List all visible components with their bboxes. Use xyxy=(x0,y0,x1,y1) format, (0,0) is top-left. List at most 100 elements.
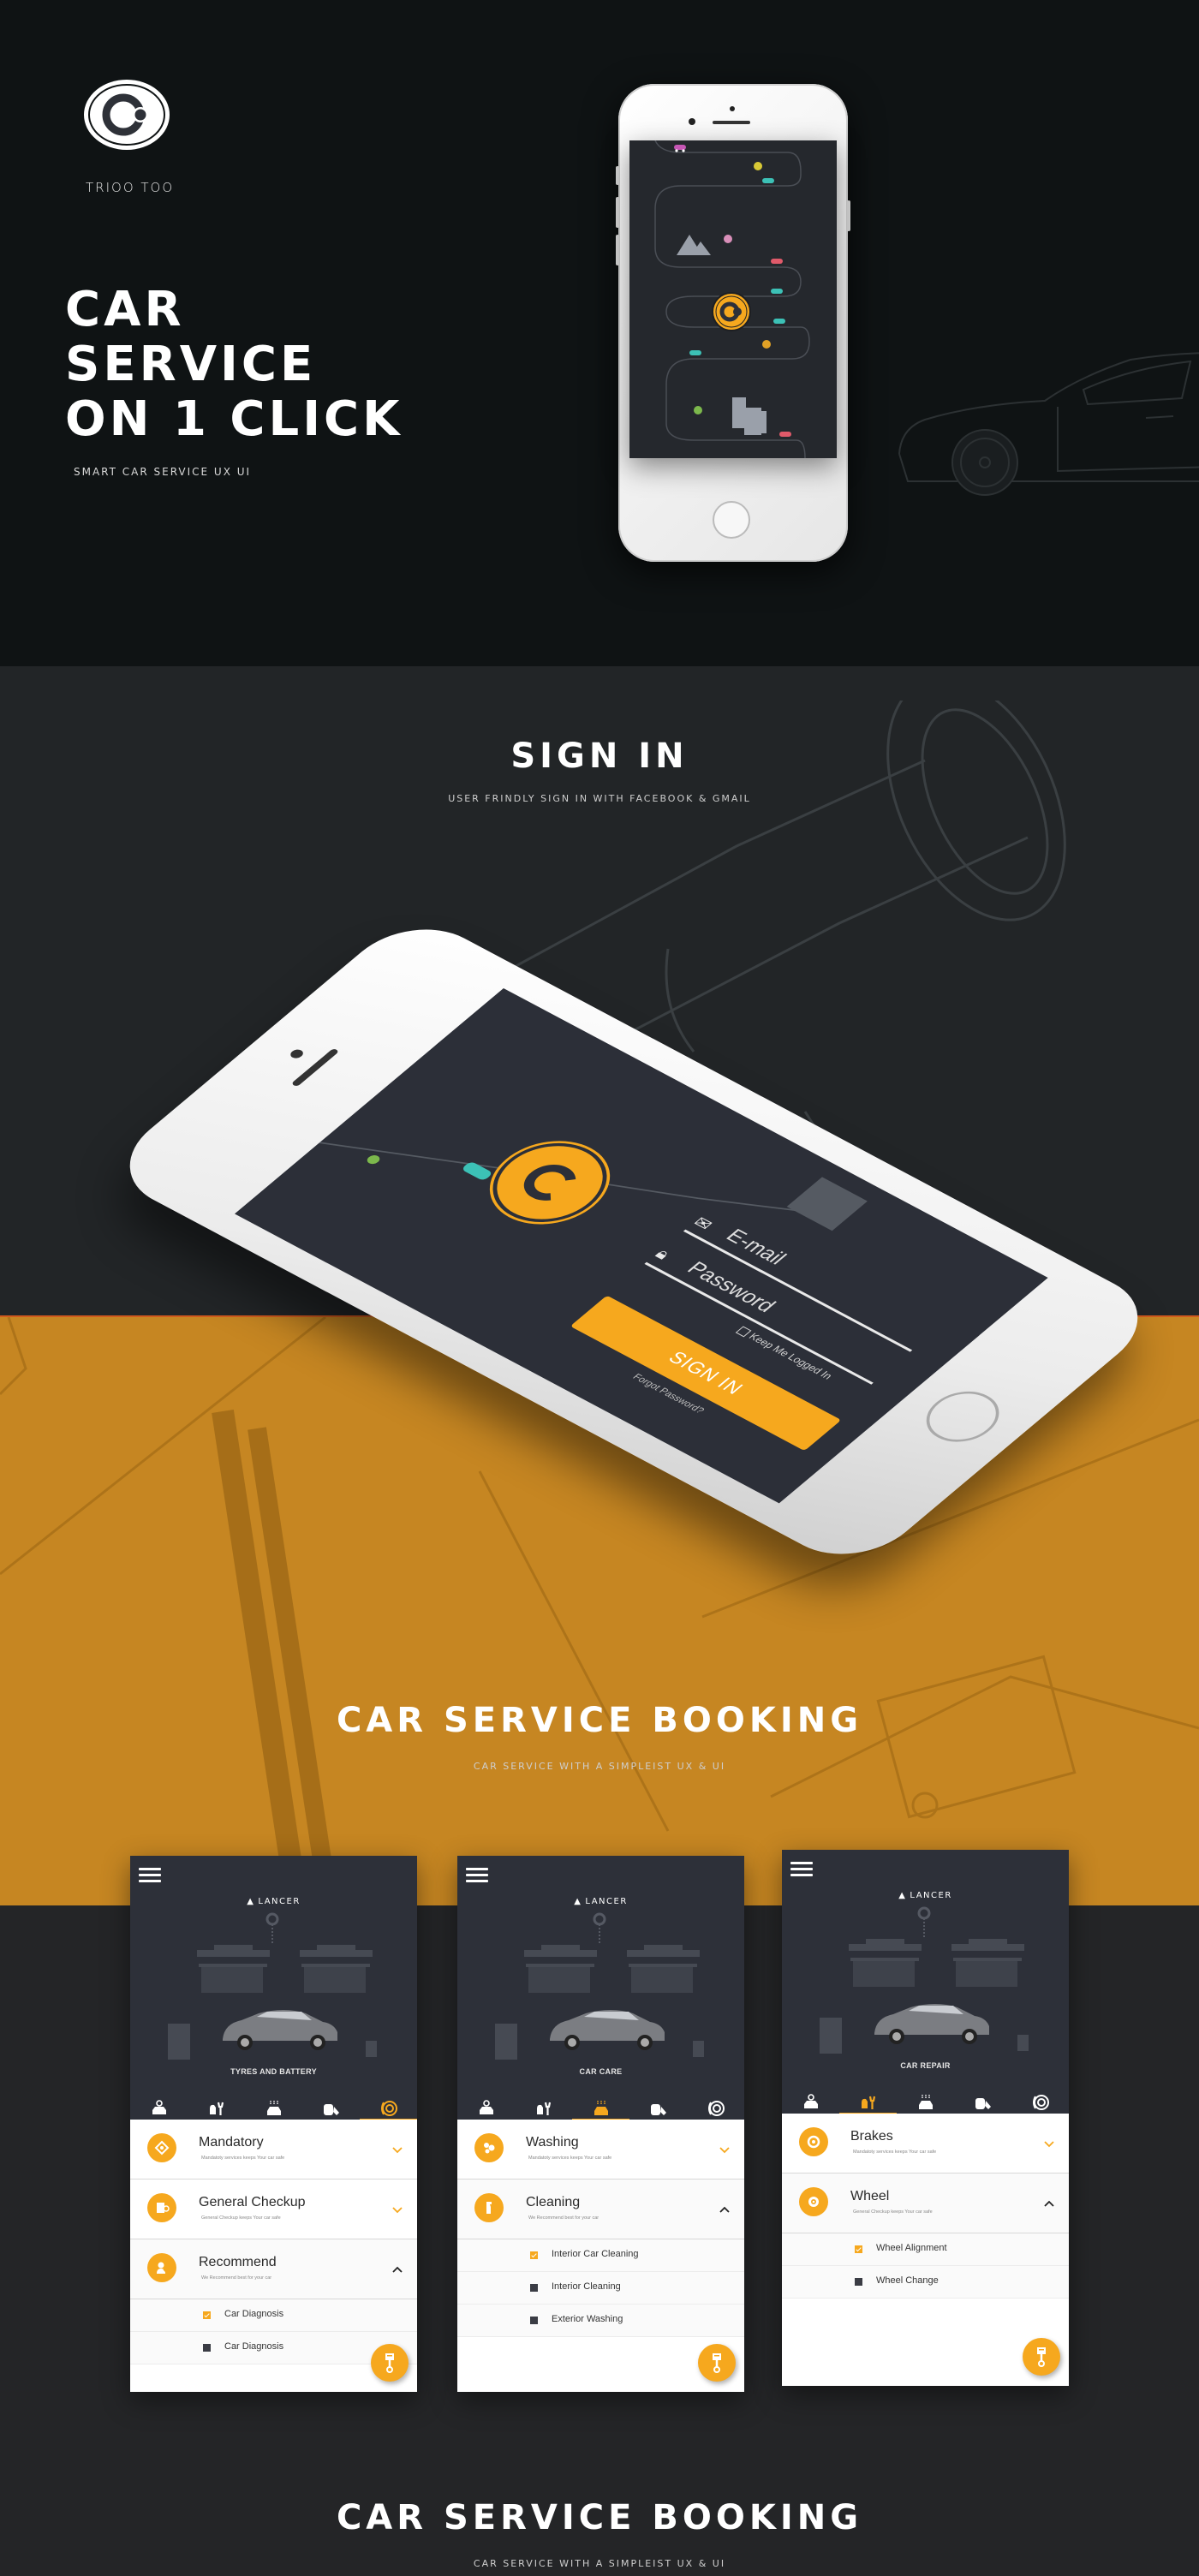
piston-fab-button[interactable] xyxy=(698,2344,736,2382)
accordion-header[interactable]: Recommend We Recommend best for your car xyxy=(130,2239,417,2299)
service-option-label: Car Diagnosis xyxy=(224,2341,284,2352)
accordion-header[interactable]: Wheel General Checkup keeps Your car saf… xyxy=(782,2174,1069,2233)
car-service-icon xyxy=(150,2100,169,2121)
accordion-header[interactable]: General Checkup General Checkup keeps Yo… xyxy=(130,2179,417,2239)
garage-header: ▲ LANCER CAR xyxy=(782,1850,1069,2116)
phone-home-button xyxy=(911,1381,1014,1452)
accordion-title: Cleaning xyxy=(526,2195,581,2209)
service-category-title: CAR REPAIR xyxy=(900,2061,951,2070)
hero-section: TRIOO TOO CAR SERVICE ON 1 CLICK SMART C… xyxy=(0,0,1199,666)
app-logo-icon xyxy=(712,292,751,331)
accordion-title: Wheel xyxy=(850,2189,890,2203)
service-category-title: CAR CARE xyxy=(579,2067,623,2076)
checkbox-unchecked-icon[interactable] xyxy=(530,2284,538,2292)
accordion-description: Mandatoty services keeps Your car safe xyxy=(853,2150,937,2155)
mitsubishi-logo-icon: ▲ xyxy=(898,1891,907,1900)
tab-car-service[interactable] xyxy=(457,2100,515,2120)
checkbox-checked-icon[interactable] xyxy=(203,2311,211,2319)
checkbox-checked-icon[interactable] xyxy=(530,2251,538,2259)
booking-subtitle: CAR SERVICE WITH A SIMPLEIST UX & UI xyxy=(473,1761,726,1772)
garage-header: ▲ LANCER CAR xyxy=(457,1856,744,2122)
tab-car-care[interactable] xyxy=(897,2094,954,2114)
tab-oil-paint[interactable] xyxy=(302,2100,360,2120)
brake-disc-icon xyxy=(707,2100,725,2121)
accordion-header[interactable]: Mandatory Mandatoty services keeps Your … xyxy=(130,2120,417,2179)
checkbox-unchecked-icon[interactable] xyxy=(530,2317,538,2324)
piston-fab-button[interactable] xyxy=(371,2344,409,2382)
hero-title-line: SERVICE xyxy=(65,337,317,392)
service-option-label: Interior Cleaning xyxy=(552,2281,621,2292)
tab-car-care[interactable] xyxy=(572,2100,629,2122)
phone-sensor xyxy=(730,106,735,111)
booking-title-2: CAR SERVICE BOOKING xyxy=(336,2498,863,2537)
chevron-down-icon[interactable] xyxy=(1043,2138,1055,2150)
tab-car-service[interactable] xyxy=(782,2094,839,2114)
route-map xyxy=(654,140,810,458)
sedan-car-illustration xyxy=(223,2010,337,2050)
phone-camera xyxy=(288,1047,306,1060)
car-marker-icon xyxy=(779,432,791,437)
tab-oil-paint[interactable] xyxy=(954,2094,1011,2114)
service-option[interactable]: Interior Car Cleaning xyxy=(457,2239,744,2272)
hamburger-menu-icon[interactable] xyxy=(466,1868,488,1883)
oil-paint-icon xyxy=(975,2098,991,2109)
accordion-header[interactable]: Brakes Mandatoty services keeps Your car… xyxy=(782,2114,1069,2174)
route-map-screen[interactable] xyxy=(629,140,837,458)
garage-header: ▲ LANCER TYRES AND BATTERY xyxy=(130,1856,417,2122)
accordion-title: General Checkup xyxy=(199,2195,306,2209)
car-marker-icon xyxy=(762,178,774,183)
city-buildings-icon xyxy=(732,397,767,435)
accordion-header[interactable]: Cleaning We Recommend best for your car xyxy=(457,2179,744,2239)
checkbox-unchecked-icon[interactable] xyxy=(855,2278,862,2286)
service-accordion: Mandatory Mandatoty services keeps Your … xyxy=(130,2120,417,2364)
garage-illustration xyxy=(820,1906,1029,2054)
washing-icon xyxy=(474,2133,504,2162)
accordion-title: Mandatory xyxy=(199,2135,264,2150)
accordion-header[interactable]: Washing Mandatoty services keeps Your ca… xyxy=(457,2120,744,2179)
service-accordion: Washing Mandatoty services keeps Your ca… xyxy=(457,2120,744,2337)
car-care-icon xyxy=(594,2101,608,2115)
tab-car-service[interactable] xyxy=(130,2100,188,2120)
tab-brake-disc[interactable] xyxy=(1011,2094,1069,2114)
tab-car-care[interactable] xyxy=(245,2100,302,2120)
accordion-description: We Recommend best for your car xyxy=(528,2215,600,2221)
chevron-down-icon[interactable] xyxy=(391,2144,403,2156)
booking-screen: ▲ LANCER TYRES AND BATTERY Mandatory Man… xyxy=(130,1856,417,2392)
car-service-icon xyxy=(479,2100,493,2114)
booking-screen: ▲ LANCER CAR xyxy=(782,1850,1069,2386)
tab-brake-disc[interactable] xyxy=(360,2100,417,2122)
car-outline-illustration xyxy=(898,352,1199,496)
service-accordion: Brakes Mandatoty services keeps Your car… xyxy=(782,2114,1069,2299)
service-option[interactable]: Car Diagnosis xyxy=(130,2299,417,2332)
chevron-up-icon[interactable] xyxy=(391,2263,403,2275)
service-option[interactable]: Interior Cleaning xyxy=(457,2272,744,2305)
tab-brake-disc[interactable] xyxy=(687,2100,744,2120)
hero-subtitle: SMART CAR SERVICE UX UI xyxy=(74,466,252,478)
chevron-up-icon[interactable] xyxy=(719,2203,731,2215)
car-repair-icon xyxy=(534,2100,553,2121)
car-marker-icon xyxy=(771,259,783,264)
sedan-car-illustration xyxy=(874,2004,989,2044)
mandatory-icon xyxy=(147,2133,176,2162)
checkbox-checked-icon[interactable] xyxy=(855,2245,862,2253)
chevron-up-icon[interactable] xyxy=(1043,2197,1055,2209)
chevron-down-icon[interactable] xyxy=(391,2203,403,2215)
hamburger-menu-icon[interactable] xyxy=(139,1868,161,1883)
phone-power-button xyxy=(847,200,850,231)
tab-car-repair[interactable] xyxy=(188,2100,245,2120)
piston-fab-button[interactable] xyxy=(1023,2338,1060,2376)
chevron-down-icon[interactable] xyxy=(719,2144,731,2156)
hamburger-menu-icon[interactable] xyxy=(790,1862,813,1877)
hero-title: CAR SERVICE ON 1 CLICK xyxy=(65,283,403,447)
tab-car-repair[interactable] xyxy=(515,2100,572,2120)
service-option[interactable]: Exterior Washing xyxy=(457,2305,744,2337)
tab-car-repair[interactable] xyxy=(839,2094,897,2116)
service-option[interactable]: Wheel Change xyxy=(782,2266,1069,2299)
checkbox-unchecked-icon[interactable] xyxy=(203,2344,211,2352)
tab-oil-paint[interactable] xyxy=(629,2100,687,2120)
garage-illustration xyxy=(168,1912,377,2060)
car-brand-label: LANCER xyxy=(585,1897,628,1906)
brakes-icon xyxy=(799,2127,828,2156)
service-option[interactable]: Wheel Alignment xyxy=(782,2233,1069,2266)
pin-icon xyxy=(724,235,732,243)
